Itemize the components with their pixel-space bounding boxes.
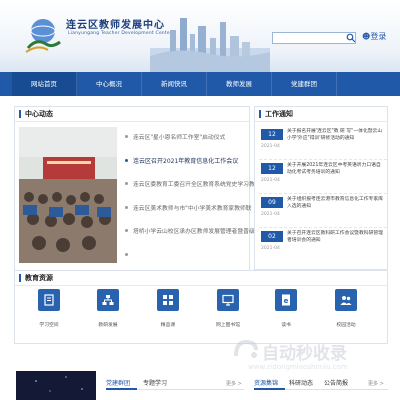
more-link-left[interactable]: 更多 >	[226, 380, 242, 387]
tab-announcements[interactable]: 公告简报	[324, 376, 355, 390]
title-bar-accent	[19, 110, 21, 118]
site-header: 连云区教师发展中心 Lianyungang Teacher Developmen…	[0, 0, 400, 72]
news-title: 塔桥小学云山校区承办区教师发展管理者暨晋级	[133, 229, 255, 236]
watermark-url: www.zidongmiaoshoulu.com	[248, 363, 348, 371]
bullet-icon	[125, 229, 128, 233]
notice-title[interactable]: 关于组织报考连云港市教育信息化工作专家库入选的通知	[287, 196, 385, 218]
bullet-icon	[125, 158, 128, 162]
login-link[interactable]: ☻登录	[362, 31, 386, 42]
section-header: 工作通知	[255, 107, 387, 122]
bullet-icon	[125, 182, 128, 186]
notice-item[interactable]: 12 2021-04 关于开展2021年连云区中考英语听力口语自动化考试考务培训…	[259, 161, 387, 194]
date-badge: 12	[261, 129, 283, 140]
notice-item[interactable]: 09 2021-04 关于组织报考连云港市教育信息化工作专家库入选的通知	[259, 195, 387, 228]
nav-teacher-development[interactable]: 教师发展	[207, 72, 272, 96]
notice-title[interactable]: 关于报名开展'连云区"教 研 写"一体化暨云山小学'外应"得训'研修活动的通知	[287, 128, 385, 150]
bullet-icon	[125, 252, 128, 256]
news-title: 连云区委教育工委召开全区教育系统党史学习教	[133, 182, 255, 189]
resource-label: 学习空间	[39, 323, 59, 328]
tabs-left: 党建群团 专题学习	[106, 376, 244, 390]
date-badge: 02	[261, 231, 283, 242]
tab-special-study[interactable]: 专题学习	[143, 376, 174, 390]
monitor-icon	[217, 289, 239, 311]
banner-image[interactable]	[16, 371, 96, 400]
grid-icon	[157, 289, 179, 311]
notice-title[interactable]: 关于开展2021年连云区中考英语听力口语自动化考试考务培训的通知	[287, 162, 385, 184]
work-notice-section: 工作通知 12 2021-04 关于报名开展'连云区"教 研 写"一体化暨云山小…	[254, 106, 388, 270]
resource-label: 教研发展	[98, 323, 118, 328]
search-box[interactable]	[272, 32, 356, 52]
tab-resources[interactable]: 资源集锦	[254, 376, 286, 390]
site-logo[interactable]	[22, 14, 64, 56]
nav-about[interactable]: 中心概况	[77, 72, 142, 96]
login-label: 登录	[370, 32, 387, 41]
title-bar-accent	[259, 110, 261, 118]
bullet-icon	[125, 205, 128, 209]
network-icon	[97, 289, 119, 311]
news-item[interactable]: 连云区"星小恩名师工作室"启动仪式	[125, 125, 257, 149]
section-header: 中心动态	[15, 107, 249, 122]
ebook-icon: e	[275, 289, 297, 311]
resource-item[interactable]: 教研发展	[83, 289, 133, 328]
divider	[259, 227, 387, 228]
title-bar-accent	[19, 274, 21, 282]
notice-item[interactable]: 02 2021-04 关于召开连云区教科研工作会议暨教科研管理者培训会的通知	[259, 229, 387, 262]
resources-section: 教育资源 学习空间 教研发展 精品课 网上图书馆 e 读书 校园活动	[14, 270, 388, 344]
watermark-text: 自动秒收录	[262, 344, 347, 364]
date-year: 2021-04	[261, 246, 280, 251]
svg-text:e: e	[284, 297, 289, 305]
resource-item[interactable]: 精品课	[143, 289, 193, 328]
section-title: 教育资源	[25, 274, 53, 282]
search-icon[interactable]	[346, 33, 356, 43]
news-item[interactable]: 塔桥小学云山校区承办区教师发展管理者暨晋级	[125, 219, 257, 243]
resource-label: 校园活动	[336, 323, 356, 328]
section-title: 中心动态	[25, 110, 53, 118]
book-icon	[38, 289, 60, 311]
notice-title[interactable]: 关于召开连云区教科研工作会议暨教科研管理者培训会的通知	[287, 230, 385, 252]
news-item[interactable]: 连云区委教育工委召开全区教育系统党史学习教	[125, 172, 257, 196]
date-badge: 09	[261, 197, 283, 208]
notice-item[interactable]: 12 2021-04 关于报名开展'连云区"教 研 写"一体化暨云山小学'外应"…	[259, 127, 387, 160]
resource-label: 网上图书馆	[216, 323, 240, 328]
resource-label: 精品课	[160, 323, 176, 328]
resource-item[interactable]: 校园活动	[321, 289, 371, 328]
news-title: 连云区"星小恩名师工作室"启动仪式	[133, 135, 226, 142]
tab-party[interactable]: 党建群团	[106, 376, 138, 390]
resource-item[interactable]: 学习空间	[24, 289, 74, 328]
date-year: 2021-04	[261, 178, 280, 183]
nav-news[interactable]: 新闻快讯	[142, 72, 207, 96]
news-title: 连云区召开2021年教育信息化工作会议	[133, 157, 239, 165]
date-year: 2021-04	[261, 144, 280, 149]
divider	[259, 159, 387, 160]
watermark: 自动秒收录 www.zidongmiaoshoulu.com	[232, 338, 382, 378]
news-item[interactable]	[125, 243, 257, 267]
center-news-section: 中心动态 连云区"星小恩名师工作室"启动仪式 连云区召开2021年教育信息化工作…	[14, 106, 255, 284]
nav-party[interactable]: 党建群团	[272, 72, 337, 96]
date-badge: 12	[261, 163, 283, 174]
main-nav: 网站首页 中心概况 新闻快讯 教师发展 党建群团	[0, 72, 400, 96]
divider	[259, 193, 387, 194]
news-title: 连云区美术教师与市"中小学美术教育家教师联	[133, 205, 252, 212]
news-photo[interactable]	[19, 127, 117, 263]
resource-item[interactable]: e 读书	[261, 289, 311, 328]
city-skyline-image	[150, 18, 270, 72]
people-icon	[335, 289, 357, 311]
news-item[interactable]: 连云区美术教师与市"中小学美术教育家教师联	[125, 196, 257, 220]
search-input[interactable]	[273, 42, 343, 52]
nav-home[interactable]: 网站首页	[12, 72, 77, 96]
resource-label: 读书	[281, 323, 291, 328]
news-list: 连云区"星小恩名师工作室"启动仪式 连云区召开2021年教育信息化工作会议 连云…	[125, 125, 257, 266]
date-year: 2021-04	[261, 212, 280, 217]
news-item-active[interactable]: 连云区召开2021年教育信息化工作会议	[125, 149, 257, 173]
resource-item[interactable]: 网上图书馆	[203, 289, 253, 328]
tab-research[interactable]: 科研动态	[289, 376, 320, 390]
section-title: 工作通知	[265, 110, 293, 118]
section-header: 教育资源	[15, 271, 387, 286]
watermark-logo-icon	[234, 339, 258, 358]
more-link-right[interactable]: 更多 >	[368, 380, 384, 387]
bullet-icon	[125, 135, 128, 139]
